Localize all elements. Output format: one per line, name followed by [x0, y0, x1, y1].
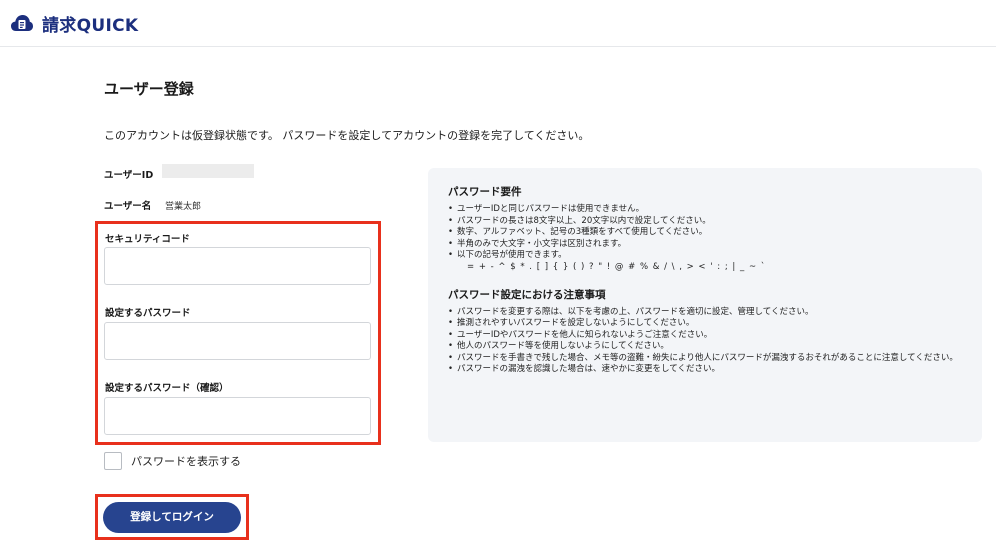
allowed-symbols: = + - ^ $ * . [ ] { } ( ) ? " ! @ # % & … [467, 261, 767, 272]
requirement-item: ユーザーIDと同じパスワードは使用できません。 [448, 204, 982, 216]
username-value: 営業太郎 [165, 202, 202, 212]
caution-item: ユーザーIDやパスワードを他人に知られないようご注意ください。 [448, 330, 982, 342]
cautions-heading: パスワード設定における注意事項 [448, 288, 606, 301]
userid-label: ユーザーID [104, 170, 154, 181]
caution-item: パスワードを手書きで残した場合、メモ等の盗難・紛失により他人にパスワードが漏洩す… [448, 353, 982, 365]
requirements-list: ユーザーIDと同じパスワードは使用できません。 パスワードの長さは8文字以上、2… [448, 204, 982, 262]
registration-notice: このアカウントは仮登録状態です。 パスワードを設定してアカウントの登録を完了して… [104, 129, 590, 142]
requirement-item: 数字、アルファベット、記号の3種類をすべて使用してください。 [448, 227, 982, 239]
caution-item: 推測されやすいパスワードを設定しないようにしてください。 [448, 318, 982, 330]
show-password-checkbox[interactable] [104, 452, 122, 470]
requirement-item: 半角のみで大文字・小文字は区別されます。 [448, 239, 982, 251]
show-password-row[interactable]: パスワードを表示する [104, 452, 241, 470]
password-input[interactable] [104, 322, 371, 360]
caution-item: パスワードを変更する際は、以下を考慮の上、パスワードを適切に設定、管理してくださ… [448, 307, 982, 319]
requirement-item: パスワードの長さは8文字以上、20文字以内で設定してください。 [448, 216, 982, 228]
show-password-label[interactable]: パスワードを表示する [131, 453, 241, 469]
username-label: ユーザー名 [104, 201, 152, 212]
security-code-label: セキュリティコード [105, 234, 190, 245]
app-header: 請求QUICK [0, 0, 996, 47]
caution-item: 他人のパスワード等を使用しないようにしてください。 [448, 341, 982, 353]
requirements-heading: パスワード要件 [448, 186, 522, 198]
security-code-input[interactable] [104, 247, 371, 285]
cautions-list: パスワードを変更する際は、以下を考慮の上、パスワードを適切に設定、管理してくださ… [448, 307, 982, 376]
password-confirm-input[interactable] [104, 397, 371, 435]
app-logo-text: 請求QUICK [42, 15, 139, 36]
userid-value [162, 164, 254, 178]
caution-item: パスワードの漏洩を認識した場合は、速やかに変更をしてください。 [448, 364, 982, 376]
requirement-item: 以下の記号が使用できます。 [448, 250, 982, 262]
cloud-document-icon [11, 15, 33, 31]
register-and-login-button[interactable]: 登録してログイン [103, 502, 241, 533]
page-title: ユーザー登録 [104, 80, 194, 98]
password-confirm-label: 設定するパスワード（確認） [105, 383, 229, 394]
password-requirements-panel: パスワード要件 ユーザーIDと同じパスワードは使用できません。 パスワードの長さ… [428, 168, 982, 442]
password-label: 設定するパスワード [105, 308, 191, 319]
